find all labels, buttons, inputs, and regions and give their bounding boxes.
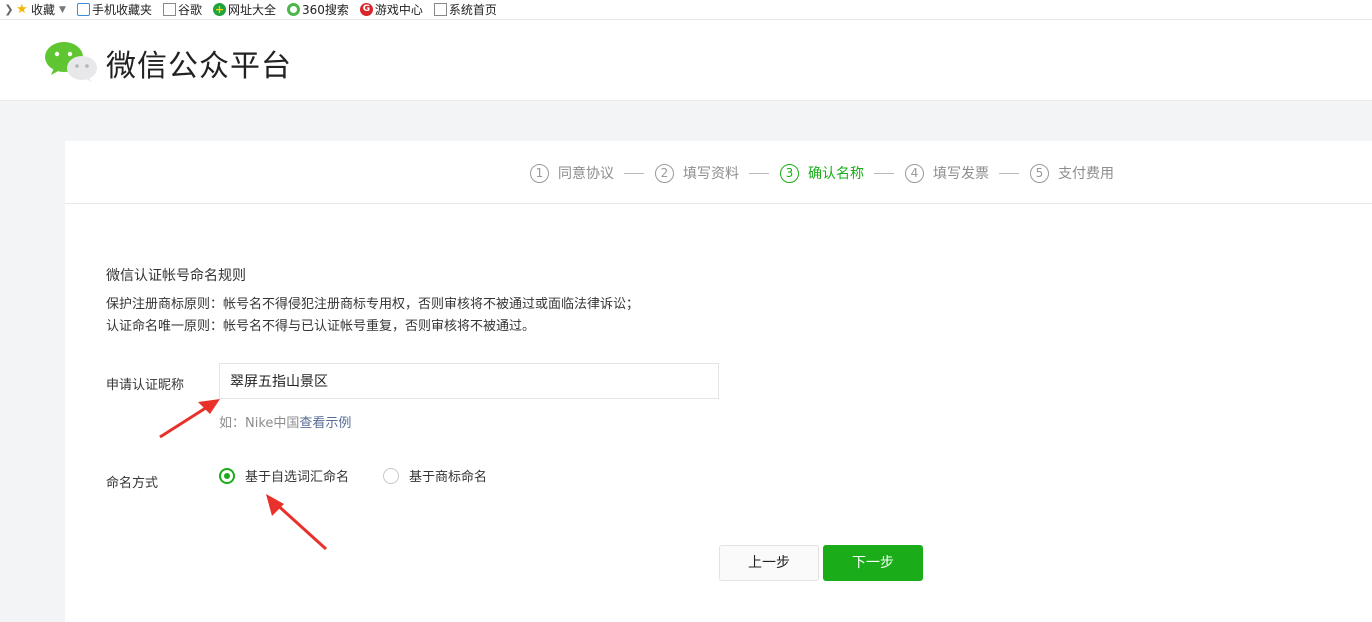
previous-step-button[interactable]: 上一步 — [719, 545, 819, 581]
radio-label: 基于自选词汇命名 — [245, 470, 350, 485]
radio-custom-vocabulary[interactable]: 基于自选词汇命名 — [219, 466, 349, 485]
step-separator — [874, 172, 894, 174]
step-confirm-name: 3 确认名称 — [780, 163, 864, 183]
radio-unchecked-icon[interactable] — [383, 467, 400, 484]
rules-line-trademark: 保护注册商标原则：帐号名不得侵犯注册商标专用权，否则审核将不被通过或面临法律诉讼… — [106, 297, 640, 312]
naming-method-label: 命名方式 — [106, 476, 159, 491]
name-hint: 如：Nike中国查看示例 — [219, 412, 351, 431]
step-label: 确认名称 — [808, 166, 864, 182]
page-title: 微信公众平台 — [106, 49, 292, 84]
bookmark-bar: ❯ ★ 收藏 ▼ 手机收藏夹 谷歌 + 网址大全 360搜索 G 游戏中心 系统… — [0, 0, 1372, 19]
annotation-arrow-icon — [159, 399, 220, 439]
step-invoice: 4 填写发票 — [905, 163, 989, 183]
step-list: 1 同意协议 2 填写资料 3 确认名称 4 填写发票 5 支付费用 — [530, 163, 1114, 183]
step-label: 支付费用 — [1058, 166, 1114, 182]
bookmark-google[interactable]: 谷歌 — [162, 1, 202, 18]
rules-line-unique: 认证命名唯一原则：帐号名不得与已认证帐号重复，否则审核将不被通过。 — [106, 319, 536, 334]
next-step-button[interactable]: 下一步 — [823, 545, 923, 581]
radio-checked-icon[interactable] — [219, 467, 235, 484]
name-field-label: 申请认证昵称 — [106, 378, 185, 393]
progress-steps: 1 同意协议 2 填写资料 3 确认名称 4 填写发票 5 支付费用 — [65, 141, 1372, 204]
step-fill-info: 2 填写资料 — [655, 163, 739, 183]
radio-label: 基于商标命名 — [409, 470, 488, 485]
hint-text: 如：Nike中国 — [219, 416, 300, 431]
360-icon — [286, 3, 300, 16]
nickname-input[interactable] — [219, 363, 719, 399]
step-label: 填写资料 — [683, 166, 739, 182]
page-icon — [162, 3, 176, 16]
step-number: 1 — [530, 163, 549, 183]
naming-rules: 微信认证帐号命名规则 保护注册商标原则：帐号名不得侵犯注册商标专用权，否则审核将… — [106, 265, 639, 338]
view-example-link[interactable]: 查看示例 — [299, 416, 351, 431]
site-header: 微信公众平台 — [0, 19, 1372, 101]
step-number: 5 — [1030, 163, 1049, 183]
step-separator — [749, 172, 769, 174]
bookmark-label: 手机收藏夹 — [91, 3, 152, 17]
chevron-down-icon[interactable]: ▼ — [59, 5, 66, 15]
step-number: 4 — [905, 163, 924, 183]
game-icon: G — [359, 3, 373, 16]
rules-title: 微信认证帐号命名规则 — [106, 268, 246, 284]
bookmark-system-home[interactable]: 系统首页 — [433, 1, 497, 18]
step-payment: 5 支付费用 — [1030, 163, 1114, 183]
step-number: 2 — [655, 163, 674, 183]
annotation-arrow-icon — [266, 494, 328, 551]
green-plus-icon: + — [212, 3, 226, 16]
page-icon — [433, 3, 447, 16]
bookmark-favorites[interactable]: ★ 收藏 ▼ — [16, 1, 66, 18]
bookmark-label: 系统首页 — [448, 3, 497, 17]
phone-icon — [76, 3, 90, 16]
star-icon: ★ — [16, 2, 28, 17]
bookmark-mobile-favorites[interactable]: 手机收藏夹 — [76, 1, 152, 18]
bookmark-game-center[interactable]: G 游戏中心 — [359, 1, 423, 18]
naming-method-radios: 基于自选词汇命名 基于商标命名 — [219, 466, 521, 485]
bookmark-label: 游戏中心 — [374, 3, 423, 17]
bookmark-url-directory[interactable]: + 网址大全 — [212, 1, 276, 18]
step-label: 填写发票 — [933, 166, 989, 182]
bookmark-360-search[interactable]: 360搜索 — [286, 1, 349, 18]
radio-trademark[interactable]: 基于商标命名 — [383, 466, 487, 485]
bookmark-label: 收藏 — [31, 3, 56, 17]
step-label: 同意协议 — [558, 166, 614, 182]
bookmark-label: 360搜索 — [301, 3, 349, 17]
step-agree: 1 同意协议 — [530, 163, 614, 183]
step-number: 3 — [780, 163, 799, 183]
wechat-logo-icon[interactable] — [44, 40, 98, 82]
step-separator — [624, 172, 644, 174]
bookmark-label: 谷歌 — [177, 3, 202, 17]
chevron-right-icon[interactable]: ❯ — [2, 3, 16, 16]
bookmark-label: 网址大全 — [227, 3, 276, 17]
step-separator — [999, 172, 1019, 174]
